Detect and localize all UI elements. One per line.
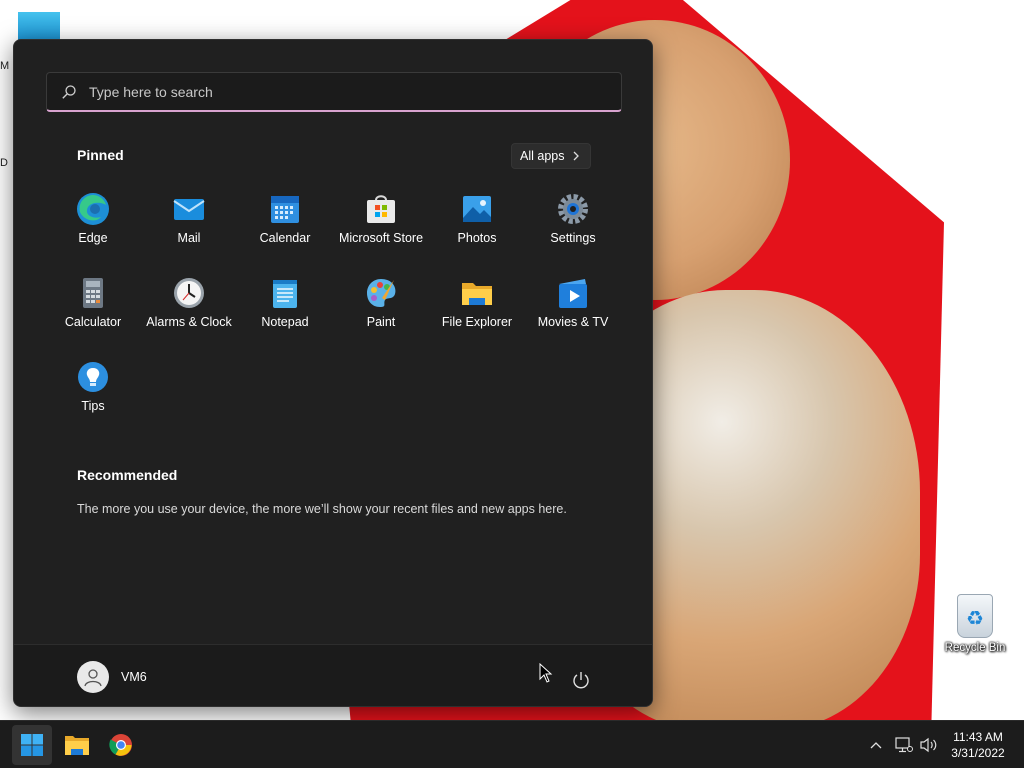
file-explorer-icon — [65, 736, 89, 755]
pinned-app-mail[interactable]: Mail — [141, 186, 237, 270]
paint-icon — [364, 276, 398, 310]
movies-icon — [556, 276, 590, 310]
app-label: Edge — [78, 231, 108, 245]
pinned-app-settings[interactable]: Settings — [525, 186, 621, 270]
desktop-label-fragment: M — [0, 60, 10, 72]
mouse-cursor-icon — [539, 663, 553, 683]
desktop-label-fragment: D — [0, 157, 8, 169]
pinned-app-tips[interactable]: Tips — [45, 354, 141, 438]
chrome-icon — [109, 734, 132, 756]
search-box[interactable] — [46, 72, 622, 112]
show-hidden-icons-button[interactable] — [866, 721, 886, 768]
edge-icon — [76, 192, 110, 226]
user-name: VM6 — [121, 670, 147, 684]
recycle-bin[interactable]: ♻ Recycle Bin — [942, 594, 1008, 654]
app-label: Paint — [366, 315, 396, 329]
app-label: Microsoft Store — [338, 231, 424, 245]
tips-icon — [76, 360, 110, 394]
app-label: Calculator — [64, 315, 122, 329]
user-icon — [84, 669, 102, 687]
desktop-icon-partial[interactable] — [18, 12, 60, 42]
mail-icon — [172, 192, 206, 226]
search-icon — [62, 84, 76, 99]
clock-date: 3/31/2022 — [951, 746, 1005, 760]
app-label: File Explorer — [441, 315, 513, 329]
all-apps-button[interactable]: All apps — [511, 143, 592, 169]
pinned-app-microsoft-store[interactable]: Microsoft Store — [333, 186, 429, 270]
app-label: Mail — [177, 231, 201, 245]
search-input[interactable] — [89, 83, 589, 100]
pinned-app-notepad[interactable]: Notepad — [237, 270, 333, 354]
taskbar-file-explorer[interactable] — [57, 725, 97, 765]
recommended-title: Recommended — [77, 467, 178, 483]
chevron-up-icon — [870, 742, 882, 749]
recommended-empty-text: The more you use your device, the more w… — [77, 502, 567, 516]
volume-control[interactable] — [918, 721, 940, 768]
pinned-app-edge[interactable]: Edge — [45, 186, 141, 270]
start-icon — [21, 734, 43, 756]
chevron-right-icon — [574, 151, 580, 161]
settings-icon — [556, 192, 590, 226]
start-menu-footer: VM6 — [14, 644, 652, 706]
taskbar-clock[interactable]: 11:43 AM 3/31/2022 — [944, 729, 1012, 761]
avatar — [77, 661, 109, 693]
pinned-app-calculator[interactable]: Calculator — [45, 270, 141, 354]
recycle-bin-label: Recycle Bin — [944, 642, 1006, 654]
taskbar: 11:43 AM 3/31/2022 — [0, 720, 1024, 768]
network-icon — [895, 737, 913, 753]
recycle-bin-icon: ♻ — [957, 594, 993, 638]
pinned-app-file-explorer[interactable]: File Explorer — [429, 270, 525, 354]
pinned-app-paint[interactable]: Paint — [333, 270, 429, 354]
user-account-button[interactable]: VM6 — [77, 661, 147, 693]
clock-icon — [172, 276, 206, 310]
pinned-app-alarms-clock[interactable]: Alarms & Clock — [141, 270, 237, 354]
app-label: Calendar — [259, 231, 311, 245]
app-label: Notepad — [261, 315, 309, 329]
app-label: Settings — [550, 231, 596, 245]
store-icon — [364, 192, 398, 226]
app-label: Movies & TV — [537, 315, 609, 329]
network-status[interactable] — [893, 721, 915, 768]
calendar-icon — [268, 192, 302, 226]
power-button[interactable] — [570, 669, 592, 691]
start-button[interactable] — [12, 725, 52, 765]
app-label: Photos — [457, 231, 497, 245]
pinned-apps-grid: Edge Mail Calendar Microsoft Store Photo… — [45, 186, 621, 438]
clock-time: 11:43 AM — [953, 730, 1003, 744]
app-label: Tips — [81, 399, 105, 413]
pinned-app-photos[interactable]: Photos — [429, 186, 525, 270]
all-apps-label: All apps — [520, 149, 565, 163]
photos-icon — [460, 192, 494, 226]
app-label: Alarms & Clock — [146, 315, 232, 329]
power-icon — [573, 672, 589, 689]
pinned-title: Pinned — [77, 147, 124, 163]
calculator-icon — [76, 276, 110, 310]
taskbar-chrome[interactable] — [101, 725, 141, 765]
start-menu: Pinned All apps Edge Mail — [13, 39, 653, 707]
notepad-icon — [268, 276, 302, 310]
volume-icon — [920, 737, 937, 753]
pinned-app-movies-tv[interactable]: Movies & TV — [525, 270, 621, 354]
pinned-app-calendar[interactable]: Calendar — [237, 186, 333, 270]
folder-icon — [460, 276, 494, 310]
